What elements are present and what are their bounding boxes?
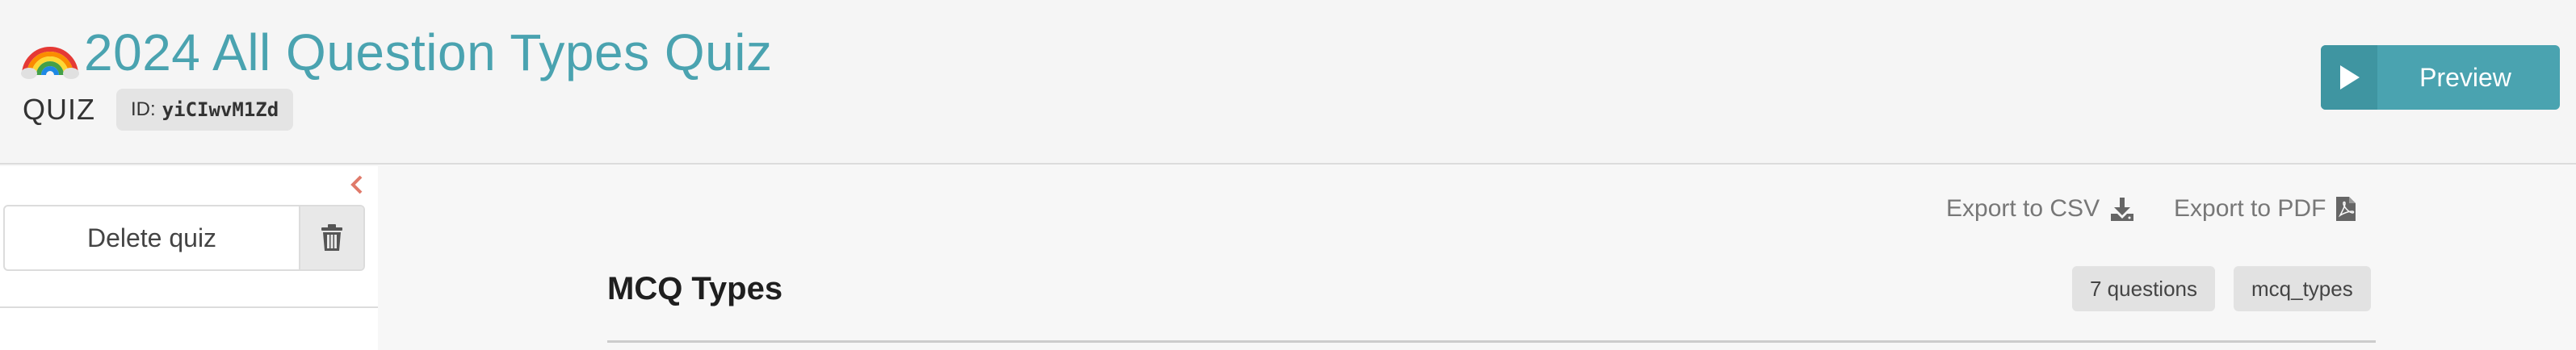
section-divider (607, 340, 2376, 343)
section-slug-badge: mcq_types (2234, 266, 2371, 311)
export-pdf-label: Export to PDF (2174, 195, 2326, 222)
trash-icon (321, 224, 342, 251)
preview-button[interactable]: Preview (2321, 45, 2560, 110)
export-csv-label: Export to CSV (1946, 195, 2100, 222)
delete-quiz-control: Delete quiz (3, 205, 365, 271)
sidebar: Delete quiz (0, 166, 378, 350)
content-type-label: QUIZ (23, 93, 95, 126)
export-csv-link[interactable]: Export to CSV (1946, 195, 2135, 223)
id-label: ID: (131, 98, 156, 120)
page-title: 2024 All Question Types Quiz (84, 23, 773, 81)
main-content: Export to CSV Export to PDF MCQ Types 7 … (378, 166, 2576, 350)
page-header: 2024 All Question Types Quiz QUIZ ID: yi… (0, 0, 2576, 165)
delete-quiz-button[interactable]: Delete quiz (5, 206, 300, 269)
chevron-left-icon[interactable] (349, 174, 365, 195)
id-value: yiCIwvM1Zd (162, 98, 279, 121)
sidebar-divider (0, 306, 378, 308)
trash-button[interactable] (300, 206, 363, 269)
play-icon (2321, 45, 2377, 110)
download-icon (2111, 198, 2134, 221)
id-badge: ID: yiCIwvM1Zd (116, 89, 294, 131)
title-row: 2024 All Question Types Quiz (21, 23, 772, 82)
question-count-badge: 7 questions (2072, 266, 2215, 311)
preview-button-label: Preview (2419, 62, 2511, 92)
pdf-file-icon (2336, 197, 2356, 221)
section-title: MCQ Types (607, 271, 783, 306)
rainbow-icon (21, 47, 79, 79)
subtitle-row: QUIZ ID: yiCIwvM1Zd (23, 89, 294, 131)
export-pdf-link[interactable]: Export to PDF (2174, 195, 2356, 223)
